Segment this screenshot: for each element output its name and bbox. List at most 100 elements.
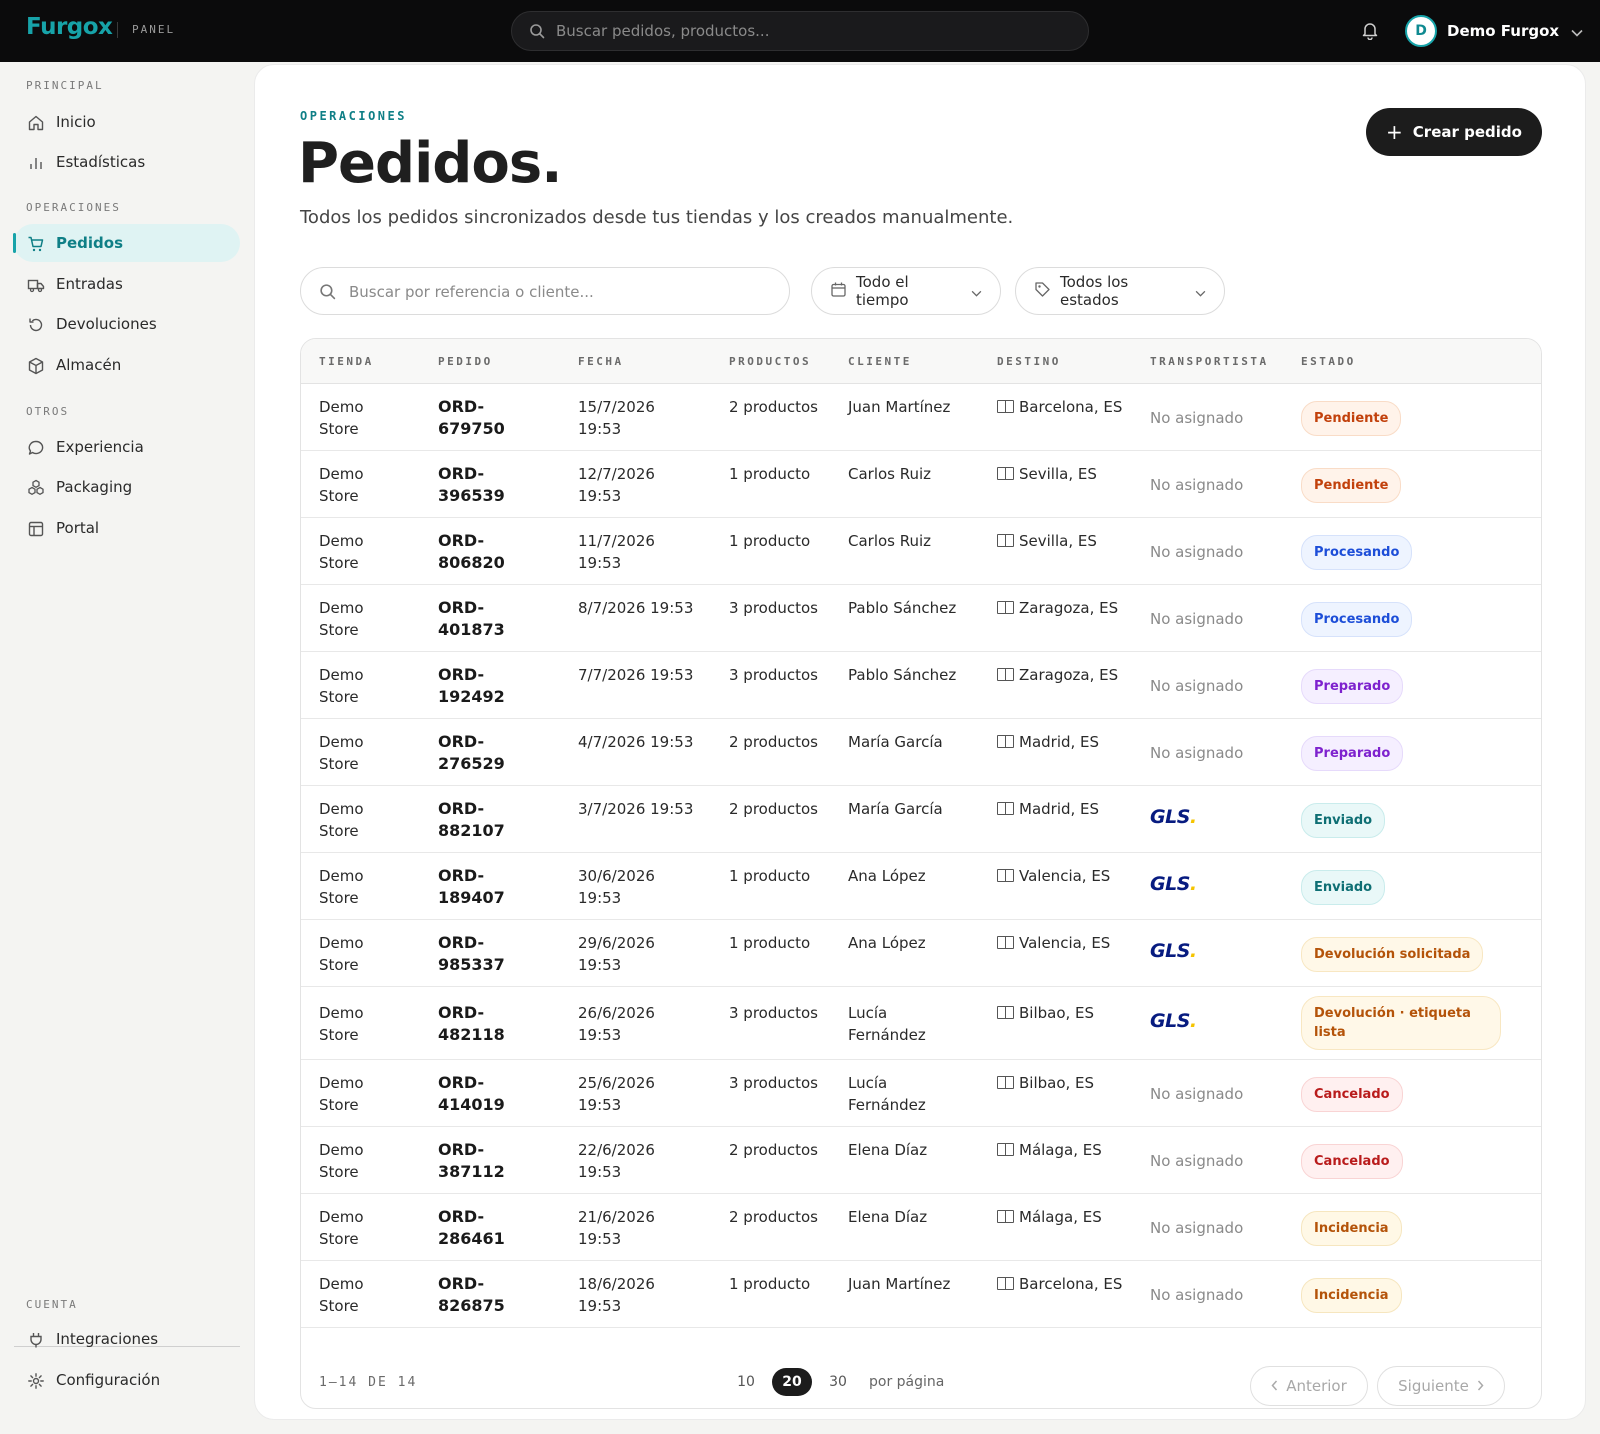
sidebar-item-inicio[interactable]: Inicio	[14, 103, 240, 141]
col-header-fecha[interactable]: FECHA	[578, 355, 624, 368]
destination-text: Barcelona, ES	[1019, 1275, 1123, 1293]
plus-icon: +	[1386, 120, 1403, 144]
panel-label: PANEL	[132, 23, 176, 36]
sidebar-item-experiencia[interactable]: Experiencia	[14, 428, 240, 466]
global-search[interactable]	[511, 11, 1089, 51]
col-header-pedido[interactable]: PEDIDO	[438, 355, 493, 368]
col-header-estado[interactable]: ESTADO	[1301, 355, 1356, 368]
create-order-button[interactable]: + Crear pedido	[1366, 108, 1542, 156]
table-row[interactable]: Demo Store ORD-387112 22/6/2026 19:53 2 pro…	[301, 1127, 1541, 1194]
table-row[interactable]: Demo Store ORD-192492 7/7/2026 19:53 3 prod…	[301, 652, 1541, 719]
cell-order[interactable]: ORD-882107	[438, 798, 538, 842]
sidebar-item-integraciones[interactable]: Integraciones	[14, 1320, 240, 1358]
status-badge: Enviado	[1301, 870, 1386, 905]
destination-text: Barcelona, ES	[1019, 398, 1123, 416]
date-filter-dropdown[interactable]: Todo el tiempo	[811, 267, 1001, 315]
cell-status: Pendiente	[1301, 401, 1402, 436]
col-header-tienda[interactable]: TIENDA	[319, 355, 374, 368]
table-row[interactable]: Demo Store ORD-396539 12/7/2026 19:53 1 pro…	[301, 451, 1541, 518]
order-search-input[interactable]	[349, 281, 769, 303]
order-search[interactable]	[300, 267, 790, 315]
cell-client: Carlos Ruiz	[848, 465, 932, 483]
cell-order[interactable]: ORD-806820	[438, 530, 538, 574]
status-filter-dropdown[interactable]: Todos los estados	[1015, 267, 1225, 315]
sidebar-item-entradas[interactable]: Entradas	[14, 265, 240, 303]
gls-logo: GLS.	[1150, 873, 1197, 895]
logo[interactable]: Furgox	[26, 14, 113, 40]
table-row[interactable]: Demo Store ORD-482118 26/6/2026 19:53 3 pro…	[301, 987, 1541, 1060]
cell-client: Juan Martínez	[848, 1275, 951, 1293]
cell-order[interactable]: ORD-192492	[438, 664, 538, 708]
table-row[interactable]: Demo Store ORD-985337 29/6/2026 19:53 1 pro…	[301, 920, 1541, 987]
table-row[interactable]: Demo Store ORD-679750 15/7/2026 19:53 2 pro…	[301, 384, 1541, 451]
main-content: OPERACIONES Pedidos. Todos los pedidos s…	[254, 64, 1586, 1420]
col-header-cliente[interactable]: CLIENTE	[848, 355, 912, 368]
cell-client: Lucía Fernández	[848, 1004, 926, 1044]
cell-store: Demo Store	[319, 599, 364, 639]
table-row[interactable]: Demo Store ORD-401873 8/7/2026 19:53 3 prod…	[301, 585, 1541, 652]
previous-page-button[interactable]: Anterior	[1250, 1366, 1368, 1406]
cell-store: Demo Store	[319, 398, 364, 438]
cell-carrier: No asignado	[1150, 677, 1244, 695]
cell-products: 2 productos	[729, 800, 818, 818]
table-row[interactable]: Demo Store ORD-882107 3/7/2026 19:53 2 prod…	[301, 786, 1541, 853]
cell-order[interactable]: ORD-679750	[438, 396, 538, 440]
page-size-10[interactable]: 10	[726, 1368, 766, 1396]
table-row[interactable]: Demo Store ORD-806820 11/7/2026 19:53 1 pro…	[301, 518, 1541, 585]
cell-order[interactable]: ORD-482118	[438, 1002, 538, 1046]
cell-order[interactable]: ORD-985337	[438, 932, 538, 976]
page-size-30[interactable]: 30	[818, 1368, 858, 1396]
sidebar-item-portal[interactable]: Portal	[14, 509, 240, 547]
cell-order[interactable]: ORD-286461	[438, 1206, 538, 1250]
pagination-range: 1–14 DE 14	[319, 1375, 418, 1390]
plug-icon	[27, 1331, 45, 1349]
cell-order[interactable]: ORD-826875	[438, 1273, 538, 1317]
cell-order[interactable]: ORD-401873	[438, 597, 538, 641]
sidebar-item-devoluciones[interactable]: Devoluciones	[14, 305, 240, 343]
sidebar-item-pedidos[interactable]: Pedidos	[13, 224, 240, 262]
table-row[interactable]: Demo Store ORD-286461 21/6/2026 19:53 2 pro…	[301, 1194, 1541, 1261]
flag-icon	[997, 668, 1014, 681]
cell-order[interactable]: ORD-414019	[438, 1072, 538, 1116]
cell-destination: Málaga, ES	[997, 1206, 1127, 1228]
status-badge: Procesando	[1301, 535, 1413, 570]
cell-store: Demo Store	[319, 666, 364, 706]
chevron-right-icon	[1477, 1377, 1484, 1395]
sidebar-item-configuracion[interactable]: Configuración	[14, 1361, 240, 1399]
destination-text: Zaragoza, ES	[1019, 599, 1119, 617]
table-row[interactable]: Demo Store ORD-414019 25/6/2026 19:53 3 pro…	[301, 1060, 1541, 1127]
col-header-productos[interactable]: PRODUCTOS	[729, 355, 811, 368]
cell-date: 7/7/2026 19:53	[578, 666, 694, 684]
cell-products: 2 productos	[729, 1208, 818, 1226]
cell-destination: Valencia, ES	[997, 932, 1127, 954]
col-header-transportista[interactable]: TRANSPORTISTA	[1150, 355, 1269, 368]
sidebar-item-estadisticas[interactable]: Estadísticas	[14, 143, 240, 181]
cell-order[interactable]: ORD-387112	[438, 1139, 538, 1183]
page-size-20[interactable]: 20	[772, 1368, 812, 1396]
cell-date: 29/6/2026 19:53	[578, 934, 655, 974]
section-label-cuenta: CUENTA	[26, 1298, 78, 1311]
bell-icon[interactable]	[1361, 20, 1379, 44]
table-row[interactable]: Demo Store ORD-826875 18/6/2026 19:53 1 pro…	[301, 1261, 1541, 1328]
col-header-destino[interactable]: DESTINO	[997, 355, 1061, 368]
sidebar-item-almacen[interactable]: Almacén	[14, 346, 240, 384]
sidebar-item-label: Integraciones	[56, 1330, 159, 1348]
sidebar-item-packaging[interactable]: Packaging	[14, 468, 240, 506]
cell-order[interactable]: ORD-396539	[438, 463, 538, 507]
global-search-input[interactable]	[556, 20, 1056, 42]
cell-store: Demo Store	[319, 1074, 364, 1114]
carrier-text: GLS	[1150, 806, 1190, 828]
cell-products: 2 productos	[729, 733, 818, 751]
table-row[interactable]: Demo Store ORD-189407 30/6/2026 19:53 1 pro…	[301, 853, 1541, 920]
next-page-button[interactable]: Siguiente	[1377, 1366, 1505, 1406]
cell-status: Preparado	[1301, 736, 1404, 771]
cell-date: 22/6/2026 19:53	[578, 1141, 655, 1181]
table-row[interactable]: Demo Store ORD-276529 4/7/2026 19:53 2 prod…	[301, 719, 1541, 786]
cell-status: Enviado	[1301, 870, 1386, 905]
user-menu[interactable]: D Demo Furgox	[1405, 13, 1583, 49]
cell-store: Demo Store	[319, 934, 364, 974]
destination-text: Málaga, ES	[1019, 1208, 1102, 1226]
cell-products: 1 producto	[729, 1275, 811, 1293]
cell-order[interactable]: ORD-189407	[438, 865, 538, 909]
cell-order[interactable]: ORD-276529	[438, 731, 538, 775]
